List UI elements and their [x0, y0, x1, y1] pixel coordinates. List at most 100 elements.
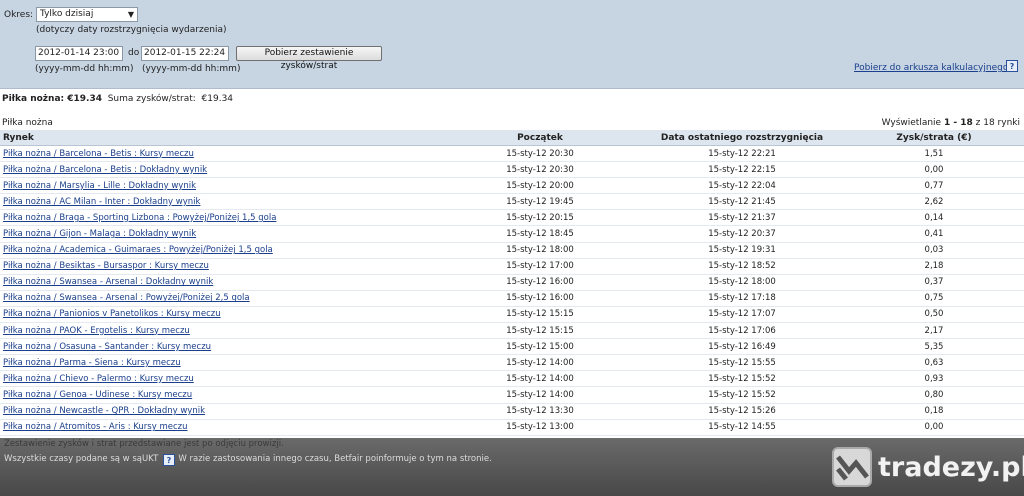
- market-cell: Piłka nożna / Osasuna - Santander : Kurs…: [0, 338, 440, 356]
- sport-total: Piłka nożna: €19.34: [2, 94, 102, 104]
- market-cell: Piłka nożna / Barcelona - Betis : Kursy …: [0, 145, 440, 163]
- profit-loss-cell: 0,77: [844, 177, 1024, 195]
- market-link[interactable]: Piłka nożna / Braga - Sporting Lizbona :…: [3, 213, 276, 223]
- help-icon[interactable]: ?: [1006, 60, 1018, 72]
- start-time-cell: 15-sty-12 13:30: [440, 403, 640, 420]
- profit-loss-cell: 0,93: [844, 370, 1024, 388]
- summary: Piłka nożna: €19.34 Suma zysków/strat: €…: [2, 94, 233, 104]
- market-cell: Piłka nożna / Chievo - Palermo : Kursy m…: [0, 370, 440, 388]
- date-from-input[interactable]: 2012-01-14 23:00: [35, 46, 123, 61]
- market-link[interactable]: Piłka nożna / Osasuna - Santander : Kurs…: [3, 342, 211, 352]
- table-row: Piłka nożna / Chievo - Palermo : Kursy m…: [0, 370, 1024, 388]
- market-link[interactable]: Piłka nożna / Parma - Siena : Kursy mecz…: [3, 358, 181, 368]
- profit-loss-cell: 0,00: [844, 419, 1024, 436]
- market-link[interactable]: Piłka nożna / Chievo - Palermo : Kursy m…: [3, 374, 194, 384]
- footer-timezone: Wszystkie czasy podane są w sąUKT ? W ra…: [4, 452, 492, 466]
- start-time-cell: 15-sty-12 16:00: [440, 290, 640, 307]
- footer-note: Zestawienie zysków i strat przedstawiane…: [4, 439, 284, 449]
- table-row: Piłka nożna / AC Milan - Inter : Dokładn…: [0, 193, 1024, 211]
- start-time-cell: 15-sty-12 19:45: [440, 193, 640, 211]
- profit-loss-cell: 0,18: [844, 403, 1024, 420]
- profit-loss-cell: 0,14: [844, 209, 1024, 227]
- results-table: Rynek Początek Data ostatniego rozstrzyg…: [0, 130, 1024, 436]
- start-time-cell: 15-sty-12 16:00: [440, 274, 640, 291]
- settled-time-cell: 15-sty-12 17:18: [640, 290, 844, 307]
- paging-info: Wyświetlanie 1 - 18 z 18 rynki: [882, 118, 1020, 128]
- start-time-cell: 15-sty-12 15:15: [440, 306, 640, 324]
- settled-time-cell: 15-sty-12 15:26: [640, 403, 844, 420]
- market-link[interactable]: Piłka nożna / Genoa - Udinese : Kursy me…: [3, 390, 192, 400]
- settled-time-cell: 15-sty-12 15:55: [640, 354, 844, 372]
- market-cell: Piłka nożna / Marsylia - Lille : Dokładn…: [0, 177, 440, 195]
- market-cell: Piłka nożna / Panionios v Panetolikos : …: [0, 306, 440, 324]
- profit-loss-cell: 0,41: [844, 225, 1024, 243]
- table-row: Piłka nożna / Parma - Siena : Kursy mecz…: [0, 354, 1024, 372]
- period-select-value: Tylko dzisiaj: [40, 9, 94, 19]
- column-header-settled[interactable]: Data ostatniego rozstrzygnięcia: [640, 130, 844, 146]
- table-row: Piłka nożna / Panionios v Panetolikos : …: [0, 306, 1024, 324]
- settled-time-cell: 15-sty-12 21:45: [640, 193, 844, 211]
- market-cell: Piłka nożna / Atromitos - Aris : Kursy m…: [0, 419, 440, 436]
- date-to-label: do: [128, 48, 140, 58]
- date-from-format-hint: (yyyy-mm-dd hh:mm): [35, 64, 134, 74]
- table-row: Piłka nożna / Gijon - Malaga : Dokładny …: [0, 225, 1024, 243]
- market-link[interactable]: Piłka nożna / Atromitos - Aris : Kursy m…: [3, 422, 188, 432]
- market-cell: Piłka nożna / PAOK - Ergotelis : Kursy m…: [0, 322, 440, 340]
- market-link[interactable]: Piłka nożna / Gijon - Malaga : Dokładny …: [3, 229, 196, 239]
- start-time-cell: 15-sty-12 18:00: [440, 242, 640, 259]
- market-link[interactable]: Piłka nożna / PAOK - Ergotelis : Kursy m…: [3, 326, 190, 336]
- market-link[interactable]: Piłka nożna / Swansea - Arsenal : Powyże…: [3, 293, 250, 303]
- table-row: Piłka nożna / Swansea - Arsenal : Dokład…: [0, 274, 1024, 291]
- paging-suffix: z 18 rynki: [975, 118, 1020, 128]
- timezone-help-icon[interactable]: ?: [163, 454, 175, 466]
- column-header-start[interactable]: Początek: [440, 130, 640, 146]
- table-row: Piłka nożna / PAOK - Ergotelis : Kursy m…: [0, 322, 1024, 340]
- settled-time-cell: 15-sty-12 15:52: [640, 370, 844, 388]
- profit-loss-cell: 0,37: [844, 274, 1024, 291]
- market-link[interactable]: Piłka nożna / Newcastle - QPR : Dokładny…: [3, 406, 205, 416]
- market-link[interactable]: Piłka nożna / Besiktas - Bursaspor : Kur…: [3, 261, 209, 271]
- table-row: Piłka nożna / Barcelona - Betis : Kursy …: [0, 145, 1024, 163]
- period-hint: (dotyczy daty rozstrzygnięcia wydarzenia…: [36, 25, 227, 35]
- settled-time-cell: 15-sty-12 21:37: [640, 209, 844, 227]
- market-link[interactable]: Piłka nożna / Barcelona - Betis : Kursy …: [3, 149, 194, 159]
- column-header-profit-loss[interactable]: Zysk/strata (€): [844, 130, 1024, 146]
- settled-time-cell: 15-sty-12 20:37: [640, 225, 844, 243]
- profit-loss-cell: 0,03: [844, 242, 1024, 259]
- fetch-report-button[interactable]: Pobierz zestawienie zysków/strat: [236, 46, 382, 71]
- market-link[interactable]: Piłka nożna / AC Milan - Inter : Dokładn…: [3, 197, 200, 207]
- settled-time-cell: 15-sty-12 16:49: [640, 338, 844, 356]
- date-to-input[interactable]: 2012-01-15 22:24: [141, 46, 229, 61]
- settled-time-cell: 15-sty-12 14:55: [640, 419, 844, 436]
- settled-time-cell: 15-sty-12 22:15: [640, 161, 844, 179]
- settled-time-cell: 15-sty-12 19:31: [640, 242, 844, 259]
- profit-loss-cell: 5,35: [844, 338, 1024, 356]
- column-header-market[interactable]: Rynek: [0, 130, 440, 146]
- download-spreadsheet-link[interactable]: Pobierz do arkusza kalkulacyjnego: [854, 63, 1008, 73]
- table-row: Piłka nożna / Marsylia - Lille : Dokładn…: [0, 177, 1024, 195]
- date-to-format-hint: (yyyy-mm-dd hh:mm): [142, 64, 241, 74]
- market-link[interactable]: Piłka nożna / Swansea - Arsenal : Dokład…: [3, 277, 213, 287]
- market-cell: Piłka nożna / Barcelona - Betis : Dokład…: [0, 161, 440, 179]
- start-time-cell: 15-sty-12 14:00: [440, 354, 640, 372]
- profit-loss-cell: 2,62: [844, 193, 1024, 211]
- settled-time-cell: 15-sty-12 22:21: [640, 145, 844, 163]
- settled-time-cell: 15-sty-12 17:06: [640, 322, 844, 340]
- period-select[interactable]: Tylko dzisiaj ▼: [36, 7, 138, 22]
- table-row: Piłka nożna / Barcelona - Betis : Dokład…: [0, 161, 1024, 179]
- start-time-cell: 15-sty-12 14:00: [440, 386, 640, 404]
- market-link[interactable]: Piłka nożna / Panionios v Panetolikos : …: [3, 309, 221, 319]
- period-label: Okres:: [4, 10, 34, 20]
- section-title: Piłka nożna: [2, 118, 53, 128]
- market-link[interactable]: Piłka nożna / Marsylia - Lille : Dokładn…: [3, 181, 196, 191]
- table-row: Piłka nożna / Braga - Sporting Lizbona :…: [0, 209, 1024, 227]
- start-time-cell: 15-sty-12 20:30: [440, 145, 640, 163]
- market-link[interactable]: Piłka nożna / Academica - Guimaraes : Po…: [3, 245, 273, 255]
- chart-logo-icon: [832, 447, 872, 487]
- paging-prefix: Wyświetlanie: [881, 118, 942, 128]
- market-link[interactable]: Piłka nożna / Barcelona - Betis : Dokład…: [3, 165, 207, 175]
- start-time-cell: 15-sty-12 15:00: [440, 338, 640, 356]
- footer-timezone-suffix: W razie zastosowania innego czasu, Betfa…: [178, 454, 492, 464]
- settled-time-cell: 15-sty-12 22:04: [640, 177, 844, 195]
- total-value: €19.34: [201, 94, 234, 104]
